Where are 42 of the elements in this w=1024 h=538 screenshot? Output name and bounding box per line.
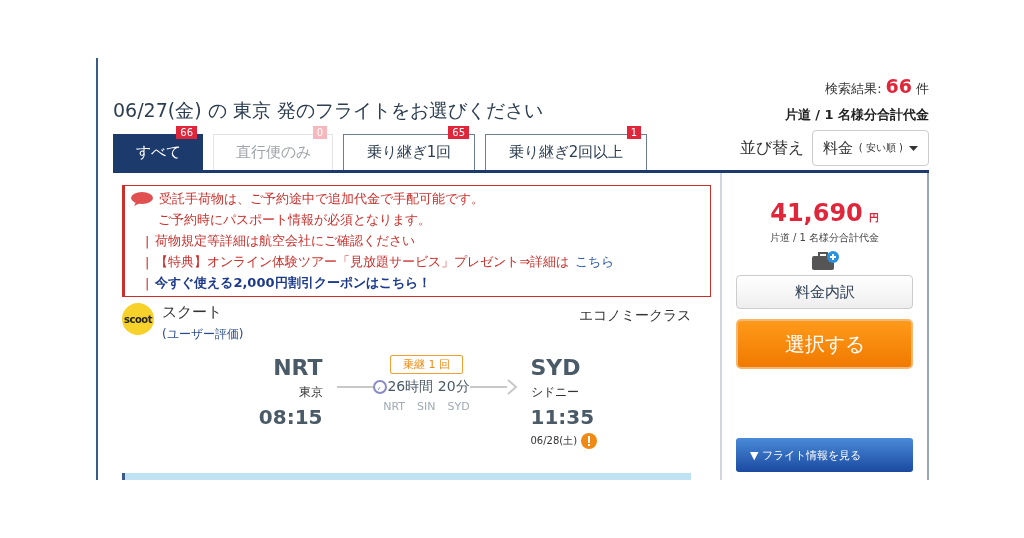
page-title: 06/27(金) の 東京 発のフライトをお選びください [113, 98, 543, 123]
fare-price: 41,690 円 [770, 199, 879, 227]
airport-code: SYD [530, 355, 581, 380]
notice-text: 荷物規定等詳細は航空会社にご確認ください [155, 232, 416, 250]
count-badge: 1 [626, 126, 641, 139]
stops-badge: 乗継 1 回 [390, 355, 463, 374]
rating-link[interactable]: (ユーザー評価) [162, 326, 244, 343]
route-airport: SIN [417, 400, 436, 413]
bullet-marker: | [145, 275, 150, 291]
notice-link[interactable]: こちら [575, 253, 615, 271]
count-badge: 66 [176, 126, 197, 139]
airline-logo: scoot [122, 303, 154, 335]
notice-link[interactable]: 今すぐ使える2,000円割引クーポンはこちら！ [155, 274, 431, 292]
fare-breakdown-button[interactable]: 料金内訳 [736, 275, 913, 309]
route-airport: NRT [383, 400, 406, 413]
notice-text: 【特典】オンライン体験ツアー「見放題サービス」プレゼント⇒詳細は [155, 253, 570, 271]
caret-icon [909, 145, 918, 151]
arrival-time: 11:35 [530, 405, 595, 429]
route-airport: SYD [447, 400, 470, 413]
results-count: 検索結果: 66 件 [825, 75, 929, 98]
arrival-date: 06/28(土) [530, 434, 578, 448]
departure-time: 08:15 [258, 405, 323, 429]
count-badge: 65 [448, 126, 469, 139]
sort-dropdown[interactable]: 料金 ( 安い順 ) [811, 130, 929, 166]
notice-text: 受託手荷物は、ご予約途中で追加代金で手配可能です。 [159, 190, 484, 208]
sort-label: 並び替え [739, 137, 804, 159]
speech-bubble-icon [131, 192, 153, 206]
cabin-class: エコノミークラス [579, 306, 691, 325]
count-badge: 0 [312, 126, 327, 139]
flight-info-button[interactable]: ▼ フライト情報を見る [736, 438, 913, 472]
duration: 26時間 20分 [387, 378, 470, 396]
bullet-marker: | [145, 254, 150, 270]
arrow-head-icon [506, 379, 517, 395]
fare-note: 片道 / 1 名様分合計代金 [769, 231, 880, 245]
price-basis: 片道 / 1 名様分合計代金 [784, 106, 929, 124]
city-name: 東京 [298, 384, 323, 401]
airport-code: NRT [273, 355, 323, 380]
bullet-marker: | [145, 233, 150, 249]
notice-text: ご予約時にパスポート情報が必須となります。 [158, 211, 431, 229]
airline-name: スクート [162, 303, 223, 322]
clock-icon [373, 380, 388, 394]
city-name: シドニー [530, 384, 579, 401]
